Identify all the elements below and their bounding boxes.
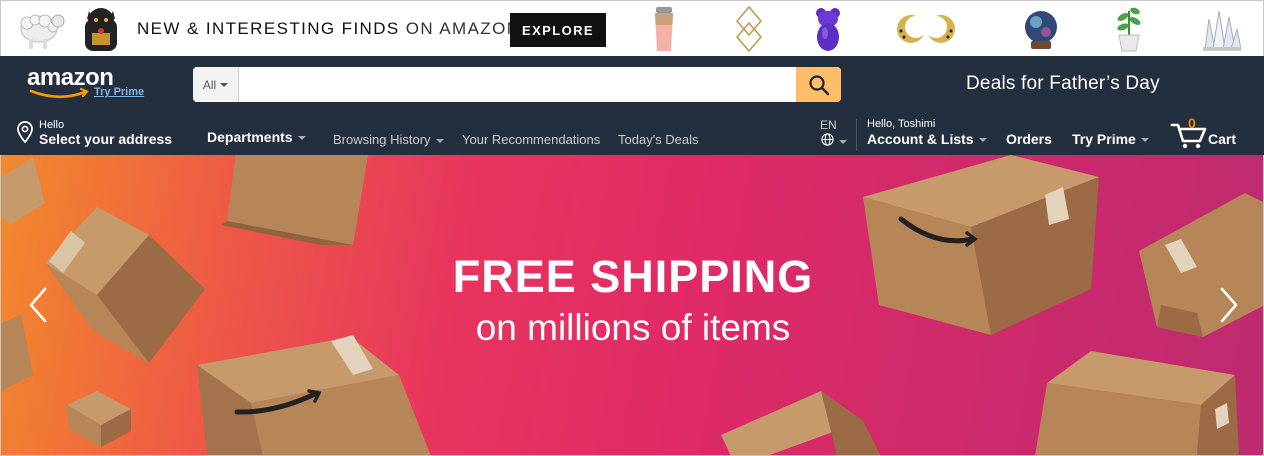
potted-plant-image[interactable] (1109, 5, 1149, 53)
promo-headline-bold: NEW & INTERESTING FINDS (137, 19, 400, 38)
chevron-right-icon[interactable] (1214, 285, 1244, 325)
caret-down-icon (220, 82, 229, 87)
gummy-bear-lamp-image[interactable] (812, 5, 844, 53)
box-bottom-right (1035, 351, 1239, 455)
cart-label: Cart (1208, 131, 1237, 147)
globe-icon (821, 133, 834, 146)
caret-down-icon (839, 140, 847, 144)
promo-headline: NEW & INTERESTING FINDS ON AMAZON (137, 19, 520, 39)
magnifier-icon (808, 74, 829, 95)
language-selector[interactable]: EN (820, 118, 852, 146)
promo-headline-light: ON AMAZON (405, 19, 521, 38)
address-label: Select your address (39, 131, 173, 147)
lamb-figurine-image[interactable] (15, 5, 65, 53)
search-input[interactable] (239, 67, 796, 102)
geometric-planter-image[interactable] (731, 5, 767, 53)
crystal-geode-image[interactable] (1017, 5, 1065, 53)
address-greeting: Hello (39, 119, 65, 131)
crystal-cluster-image[interactable] (1197, 5, 1243, 53)
caret-down-icon (435, 138, 444, 143)
try-prime-menu[interactable]: Try Prime (1072, 131, 1149, 147)
amazon-logo[interactable]: amazon Try Prime (27, 64, 152, 106)
browsing-history-link[interactable]: Browsing History (333, 132, 444, 147)
box-small-bottom-left (67, 391, 131, 447)
box-bottom-center (721, 391, 881, 455)
account-lists-menu[interactable]: Hello, Toshimi Account & Lists (867, 118, 987, 147)
search-category-label: All (202, 77, 217, 92)
cart-count: 0 (1188, 115, 1196, 131)
lucky-cat-image[interactable] (79, 5, 123, 53)
cart-button[interactable]: 0 Cart (1170, 115, 1250, 151)
orders-link[interactable]: Orders (1006, 131, 1052, 147)
account-greeting: Hello, Toshimi (867, 118, 936, 130)
browsing-history-label: Browsing History (333, 132, 431, 147)
hero-banner[interactable]: FREE SHIPPING on millions of items (0, 155, 1264, 456)
account-label: Account & Lists (867, 131, 974, 147)
box-large-bottom-left (197, 335, 431, 455)
nav-divider (856, 119, 857, 151)
smile-arrow-icon (29, 88, 89, 99)
hero-title: FREE SHIPPING (452, 251, 814, 302)
departments-menu[interactable]: Departments (207, 129, 306, 145)
crescent-earrings-image[interactable] (891, 5, 961, 53)
box-top-left-edge (1, 157, 45, 225)
caret-down-icon (297, 136, 306, 141)
search-category-dropdown[interactable]: All (193, 67, 239, 102)
box-top-center-left (221, 155, 368, 245)
try-prime-label: Try Prime (1072, 131, 1136, 147)
explore-button[interactable]: EXPLORE (510, 13, 606, 47)
promo-strip: NEW & INTERESTING FINDS ON AMAZON EXPLOR… (0, 0, 1264, 56)
location-pin-icon (17, 121, 33, 143)
nav-top-bar: amazon Try Prime All Deals for Father’s … (0, 56, 1264, 113)
todays-deals-link[interactable]: Today's Deals (618, 132, 699, 147)
search-button[interactable] (796, 67, 841, 102)
caret-down-icon (978, 138, 987, 143)
fathers-day-deals-link[interactable]: Deals for Father’s Day (966, 73, 1160, 95)
nav-bottom-bar: Hello Select your address Departments Br… (0, 113, 1264, 155)
chevron-left-icon[interactable] (23, 285, 53, 325)
hero-subtitle: on millions of items (475, 307, 791, 348)
recommendations-link[interactable]: Your Recommendations (462, 132, 600, 147)
language-label: EN (820, 118, 837, 132)
travel-mug-image[interactable] (649, 5, 679, 53)
departments-label: Departments (207, 129, 293, 145)
shipping-boxes-illustration (1, 155, 1263, 455)
logo-try-prime-link[interactable]: Try Prime (94, 86, 144, 98)
search-bar: All (193, 67, 841, 102)
caret-down-icon (1140, 138, 1149, 143)
